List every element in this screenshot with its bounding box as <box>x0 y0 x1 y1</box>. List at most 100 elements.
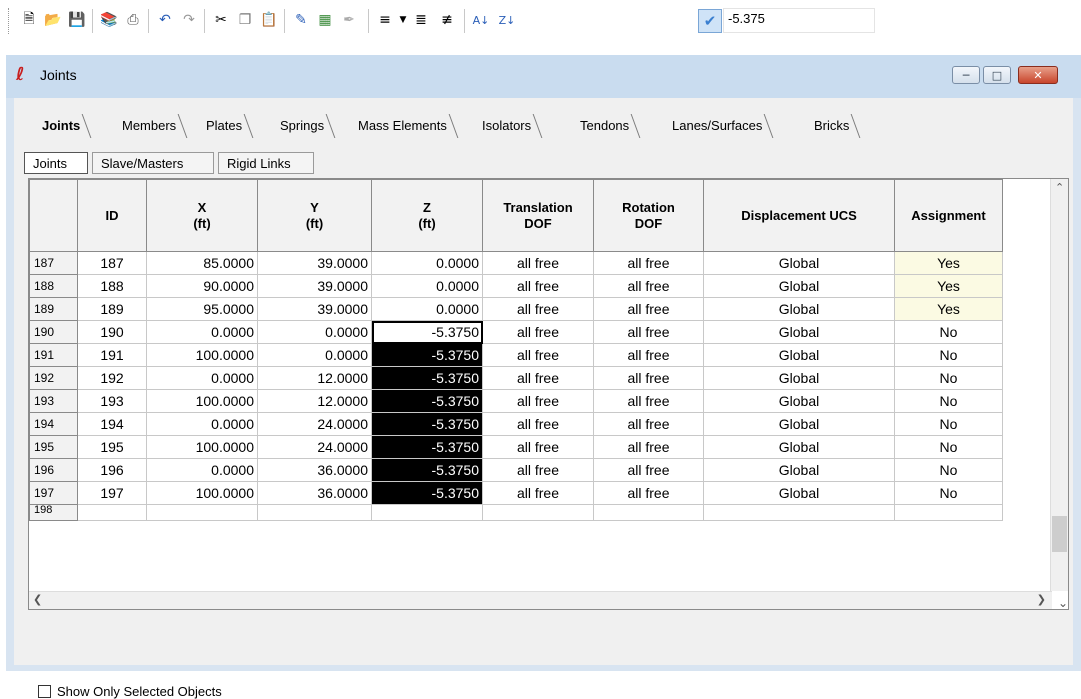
cell-id[interactable]: 196 <box>77 458 147 482</box>
cell-assignment[interactable]: Yes <box>894 297 1003 321</box>
cell-id[interactable]: 192 <box>77 366 147 390</box>
cell-translation-dof[interactable]: all free <box>482 366 594 390</box>
row-header[interactable]: 198 <box>29 504 78 521</box>
cell-assignment[interactable]: No <box>894 435 1003 459</box>
toolbar-grip[interactable] <box>8 8 12 34</box>
pen-icon[interactable]: ✒ <box>338 8 360 32</box>
copy-icon[interactable]: ❐ <box>234 8 256 32</box>
table-row[interactable]: 194 194 0.0000 24.0000 -5.3750 all free all fr… <box>29 412 1003 436</box>
corner-header[interactable] <box>29 179 78 252</box>
cell-rotation-dof[interactable]: all free <box>593 389 704 413</box>
tab-tendons[interactable]: Tendons <box>569 114 641 138</box>
table-row[interactable]: 196 196 0.0000 36.0000 -5.3750 all free all fr… <box>29 458 1003 482</box>
scroll-right-icon[interactable]: ❯ <box>1037 593 1046 606</box>
cell-translation-dof[interactable]: all free <box>482 481 594 505</box>
table-row[interactable]: 192 192 0.0000 12.0000 -5.3750 all free all fr… <box>29 366 1003 390</box>
table-row[interactable]: 191 191 100.0000 0.0000 -5.3750 all free all f… <box>29 343 1003 367</box>
cell-z[interactable]: -5.3750 <box>371 343 483 367</box>
tab-joints[interactable]: Joints <box>31 114 92 138</box>
cell-rotation-dof[interactable]: all free <box>593 458 704 482</box>
cell-translation-dof[interactable]: all free <box>482 412 594 436</box>
close-icon[interactable]: ✕ <box>1018 66 1058 84</box>
header-id[interactable]: ID <box>77 179 147 252</box>
cell-x[interactable]: 0.0000 <box>146 366 258 390</box>
open-folder-icon[interactable]: 📂 <box>42 8 64 32</box>
scroll-down-icon[interactable]: ⌄ <box>1058 596 1068 610</box>
cell-id[interactable]: 187 <box>77 251 147 275</box>
undo-icon[interactable]: ↶ <box>154 8 176 32</box>
cell-x[interactable]: 0.0000 <box>146 412 258 436</box>
sort-ascending-icon[interactable]: A↓ <box>470 8 492 32</box>
cell-id[interactable]: 197 <box>77 481 147 505</box>
table-row[interactable]: 193 193 100.0000 12.0000 -5.3750 all free all … <box>29 389 1003 413</box>
value-input[interactable]: -5.375 <box>723 8 875 33</box>
cell-x[interactable]: 0.0000 <box>146 458 258 482</box>
paste-icon[interactable]: 📋 <box>258 8 280 32</box>
new-file-icon[interactable]: 🗎 <box>18 8 40 32</box>
cell-displacement-ucs[interactable]: Global <box>703 481 895 505</box>
header-z[interactable]: Z (ft) <box>371 179 483 252</box>
cell-x[interactable]: 95.0000 <box>146 297 258 321</box>
cell-rotation-dof[interactable]: all free <box>593 412 704 436</box>
empty-cell[interactable] <box>257 504 372 521</box>
cell-y[interactable]: 24.0000 <box>257 435 372 459</box>
cell-y[interactable]: 39.0000 <box>257 251 372 275</box>
empty-cell[interactable] <box>371 504 483 521</box>
row-header[interactable]: 195 <box>29 435 78 459</box>
header-displacement-ucs[interactable]: Displacement UCS <box>703 179 895 252</box>
row-header[interactable]: 188 <box>29 274 78 298</box>
cell-z[interactable]: -5.3750 <box>371 320 483 344</box>
subtab-rigid-links[interactable]: Rigid Links <box>218 152 314 174</box>
tab-lanes-surfaces[interactable]: Lanes/Surfaces <box>661 114 774 138</box>
cell-assignment[interactable]: No <box>894 389 1003 413</box>
cell-rotation-dof[interactable]: all free <box>593 343 704 367</box>
tab-bricks[interactable]: Bricks <box>803 114 861 138</box>
cell-assignment[interactable]: Yes <box>894 274 1003 298</box>
cell-z[interactable]: -5.3750 <box>371 389 483 413</box>
cell-z[interactable]: -5.3750 <box>371 435 483 459</box>
vertical-scroll-thumb[interactable] <box>1052 516 1067 552</box>
cell-x[interactable]: 100.0000 <box>146 481 258 505</box>
cell-x[interactable]: 100.0000 <box>146 343 258 367</box>
cell-id[interactable]: 191 <box>77 343 147 367</box>
cell-z[interactable]: -5.3750 <box>371 481 483 505</box>
restore-icon[interactable]: □ <box>983 66 1011 84</box>
book-icon[interactable]: 📚 <box>98 8 120 32</box>
edit-icon[interactable]: ✎ <box>290 8 312 32</box>
row-header[interactable]: 196 <box>29 458 78 482</box>
cell-id[interactable]: 188 <box>77 274 147 298</box>
empty-cell[interactable] <box>146 504 258 521</box>
save-icon[interactable]: 💾 <box>66 8 88 32</box>
table-row[interactable]: 195 195 100.0000 24.0000 -5.3750 all free all … <box>29 435 1003 459</box>
header-rotation-dof[interactable]: Rotation DOF <box>593 179 704 252</box>
cell-y[interactable]: 0.0000 <box>257 320 372 344</box>
cell-y[interactable]: 12.0000 <box>257 389 372 413</box>
empty-cell[interactable] <box>77 504 147 521</box>
tab-plates[interactable]: Plates <box>195 114 254 138</box>
cell-y[interactable]: 36.0000 <box>257 481 372 505</box>
table-row[interactable]: 189 189 95.0000 39.0000 0.0000 all free all fr… <box>29 297 1003 321</box>
empty-cell[interactable] <box>703 504 895 521</box>
cell-assignment[interactable]: No <box>894 481 1003 505</box>
cell-y[interactable]: 12.0000 <box>257 366 372 390</box>
cell-displacement-ucs[interactable]: Global <box>703 389 895 413</box>
redo-icon[interactable]: ↷ <box>178 8 200 32</box>
cell-translation-dof[interactable]: all free <box>482 389 594 413</box>
cell-x[interactable]: 85.0000 <box>146 251 258 275</box>
empty-cell[interactable] <box>894 504 1003 521</box>
cell-id[interactable]: 193 <box>77 389 147 413</box>
scroll-left-icon[interactable]: ❮ <box>33 593 42 606</box>
cell-x[interactable]: 100.0000 <box>146 435 258 459</box>
row-header[interactable]: 190 <box>29 320 78 344</box>
horizontal-scrollbar[interactable]: ❮ ❯ <box>29 591 1052 609</box>
table-row[interactable]: 190 190 0.0000 0.0000 -5.3750 all free all fre… <box>29 320 1003 344</box>
tab-isolators[interactable]: Isolators <box>471 114 543 138</box>
cell-rotation-dof[interactable]: all free <box>593 366 704 390</box>
table-row[interactable]: 188 188 90.0000 39.0000 0.0000 all free all fr… <box>29 274 1003 298</box>
cell-translation-dof[interactable]: all free <box>482 274 594 298</box>
cell-z[interactable]: -5.3750 <box>371 458 483 482</box>
cell-assignment[interactable]: No <box>894 320 1003 344</box>
cell-assignment[interactable]: No <box>894 366 1003 390</box>
cell-id[interactable]: 190 <box>77 320 147 344</box>
table-row[interactable]: 197 197 100.0000 36.0000 -5.3750 all free all … <box>29 481 1003 505</box>
